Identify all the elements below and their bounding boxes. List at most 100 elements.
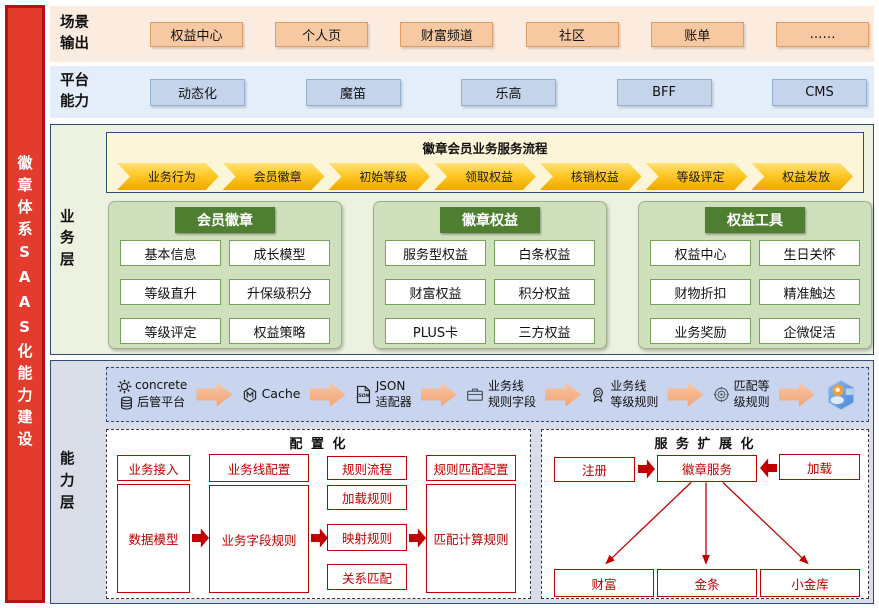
diagram-title: 徽章体系SAAS化能力建设 (15, 155, 34, 453)
capability-layer: 能力层 concrete 后管平台 Cache JSON JSON 适配器 业务… (50, 360, 874, 604)
config-rule-match-config: 规则匹配配置 (426, 455, 516, 481)
pipeline-arrow-icon (420, 382, 457, 407)
service-vault: 小金库 (760, 569, 860, 597)
business-panels: 会员徽章 基本信息 成长模型 等级直升 升保级积分 等级评定 权益策略 徽章权益… (108, 201, 872, 349)
svg-text:JSON: JSON (356, 393, 370, 399)
red-arrow-right-icon (638, 459, 655, 479)
panel-item: 升保级积分 (229, 279, 330, 305)
panel-item: 精准触达 (759, 279, 860, 305)
panel-item: 权益策略 (229, 318, 330, 344)
scene-output-row: 场景输出 权益中心 个人页 财富频道 社区 账单 …… (50, 6, 874, 62)
diagram-title-bar: 徽章体系SAAS化能力建设 (5, 5, 45, 603)
config-biz-access: 业务接入 (117, 455, 190, 481)
panel-item: 生日关怀 (759, 240, 860, 266)
target-icon (713, 386, 730, 403)
panel-item: 服务型权益 (385, 240, 486, 266)
pipeline-arrow-icon (196, 382, 233, 407)
pipeline-text: 级规则 (733, 394, 770, 409)
config-relation-match: 关系匹配 (327, 564, 407, 590)
pipeline-text: 业务线 (488, 378, 525, 393)
configuration-box: 配 置 化 业务接入 数据模型 业务线配置 业务字段规则 规则流程 加载规则 映… (106, 429, 531, 599)
architecture-diagram: 徽章体系SAAS化能力建设 场景输出 权益中心 个人页 财富频道 社区 账单 …… (0, 0, 879, 608)
red-arrow-right-icon (311, 528, 328, 548)
panel-member-badge: 会员徽章 基本信息 成长模型 等级直升 升保级积分 等级评定 权益策略 (108, 201, 342, 349)
platform-capability-row: 平台能力 动态化 魔笛 乐高 BFF CMS (50, 66, 874, 118)
pipeline-step-app (824, 378, 858, 412)
service-wealth: 财富 (554, 569, 654, 597)
pipeline-text: JSON (375, 378, 406, 393)
scene-item-bill: 账单 (650, 21, 744, 47)
configuration-box-title: 配 置 化 (289, 437, 348, 452)
platform-row-items: 动态化 魔笛 乐高 BFF CMS (150, 66, 867, 118)
service-gold-bar: 金条 (657, 569, 757, 597)
panel-member-badge-title: 会员徽章 (175, 207, 275, 233)
gear-icon (117, 379, 132, 394)
briefcase-icon (466, 386, 484, 403)
panel-item: 三方权益 (494, 318, 595, 344)
panel-badge-rights-title: 徽章权益 (440, 207, 540, 233)
process-step: 核销权益 (540, 163, 642, 190)
process-step: 业务行为 (117, 163, 219, 190)
pipeline-text: 后管平台 (137, 395, 186, 409)
scene-item-community: 社区 (525, 21, 619, 47)
panel-item: 财富权益 (385, 279, 486, 305)
red-arrow-right-icon (409, 528, 426, 548)
process-banner: 徽章会员业务服务流程 业务行为 会员徽章 初始等级 领取权益 核销权益 等级评定… (106, 132, 864, 193)
pipeline-step-match-level-rules: 匹配等 级规则 (713, 379, 770, 410)
database-icon (119, 395, 134, 411)
config-biz-field-rules: 业务字段规则 (209, 485, 309, 593)
pipeline-step-bizline-fields: 业务线 规则字段 (466, 379, 536, 410)
service-extension-box: 服 务 扩 展 化 注册 徽章服务 加载 财富 金条 小金库 (541, 429, 869, 599)
process-title: 徽章会员业务服务流程 (422, 141, 548, 156)
panel-badge-rights: 徽章权益 服务型权益 白条权益 财富权益 积分权益 PLUS卡 三方权益 (373, 201, 607, 349)
panel-item: PLUS卡 (385, 318, 486, 344)
process-step: 领取权益 (434, 163, 536, 190)
pipeline-text: 业务线 (610, 378, 647, 393)
platform-item-bff: BFF (616, 78, 712, 106)
panel-item: 白条权益 (494, 240, 595, 266)
scene-row-items: 权益中心 个人页 财富频道 社区 账单 …… (150, 6, 869, 62)
red-arrow-right-icon (192, 528, 209, 548)
service-badge-service: 徽章服务 (657, 455, 757, 482)
pipeline-text: 匹配等 (733, 378, 770, 393)
service-load: 加载 (779, 454, 860, 480)
panel-item: 成长模型 (229, 240, 330, 266)
business-layer: 业务层 徽章会员业务服务流程 业务行为 会员徽章 初始等级 领取权益 核销权益 … (50, 124, 874, 355)
process-step: 初始等级 (328, 163, 430, 190)
platform-row-label: 平台能力 (60, 72, 89, 110)
pipeline-step-concrete: concrete 后管平台 (117, 378, 187, 411)
platform-item-dynamic: 动态化 (150, 78, 245, 106)
panel-item: 业务奖励 (650, 318, 751, 344)
json-file-icon: JSON (355, 385, 372, 404)
pipeline-step-bizline-level-rules: 业务线 等级规则 (590, 379, 658, 410)
red-arrow-left-icon (760, 458, 777, 478)
pipeline-arrow-icon (309, 382, 346, 407)
pipeline-step-json-adapter: JSON JSON 适配器 (355, 379, 412, 410)
pipeline-step-cache: Cache (242, 386, 301, 402)
panel-item: 企微促活 (759, 318, 860, 344)
process-step: 权益发放 (751, 163, 853, 190)
platform-item-modi: 魔笛 (305, 78, 401, 106)
pipeline-arrow-icon (778, 382, 815, 407)
panel-member-badge-items: 基本信息 成长模型 等级直升 升保级积分 等级评定 权益策略 (120, 240, 330, 344)
config-rule-flow: 规则流程 (327, 456, 407, 480)
config-mapping-rules: 映射规则 (327, 524, 407, 551)
panel-rights-tools-title: 权益工具 (705, 207, 805, 233)
config-data-model: 数据模型 (117, 484, 190, 593)
pipeline-text: Cache (261, 386, 301, 402)
panel-item: 等级直升 (120, 279, 221, 305)
panel-badge-rights-items: 服务型权益 白条权益 财富权益 积分权益 PLUS卡 三方权益 (385, 240, 595, 344)
rules-pipeline: concrete 后管平台 Cache JSON JSON 适配器 业务线 规则… (106, 367, 869, 422)
panel-item: 基本信息 (120, 240, 221, 266)
panel-rights-tools: 权益工具 权益中心 生日关怀 财物折扣 精准触达 业务奖励 企微促活 (638, 201, 872, 349)
scene-item-wealth-channel: 财富频道 (400, 21, 494, 47)
scene-row-label: 场景输出 (60, 14, 89, 52)
scene-item-rights-center: 权益中心 (150, 21, 243, 47)
pipeline-text: 规则字段 (488, 394, 537, 409)
pipeline-arrow-icon (545, 382, 582, 407)
service-register: 注册 (554, 457, 635, 482)
service-extension-box-title: 服 务 扩 展 化 (654, 437, 756, 452)
medal-icon (590, 386, 606, 404)
pipeline-text: 等级规则 (610, 394, 659, 409)
panel-item: 权益中心 (650, 240, 751, 266)
